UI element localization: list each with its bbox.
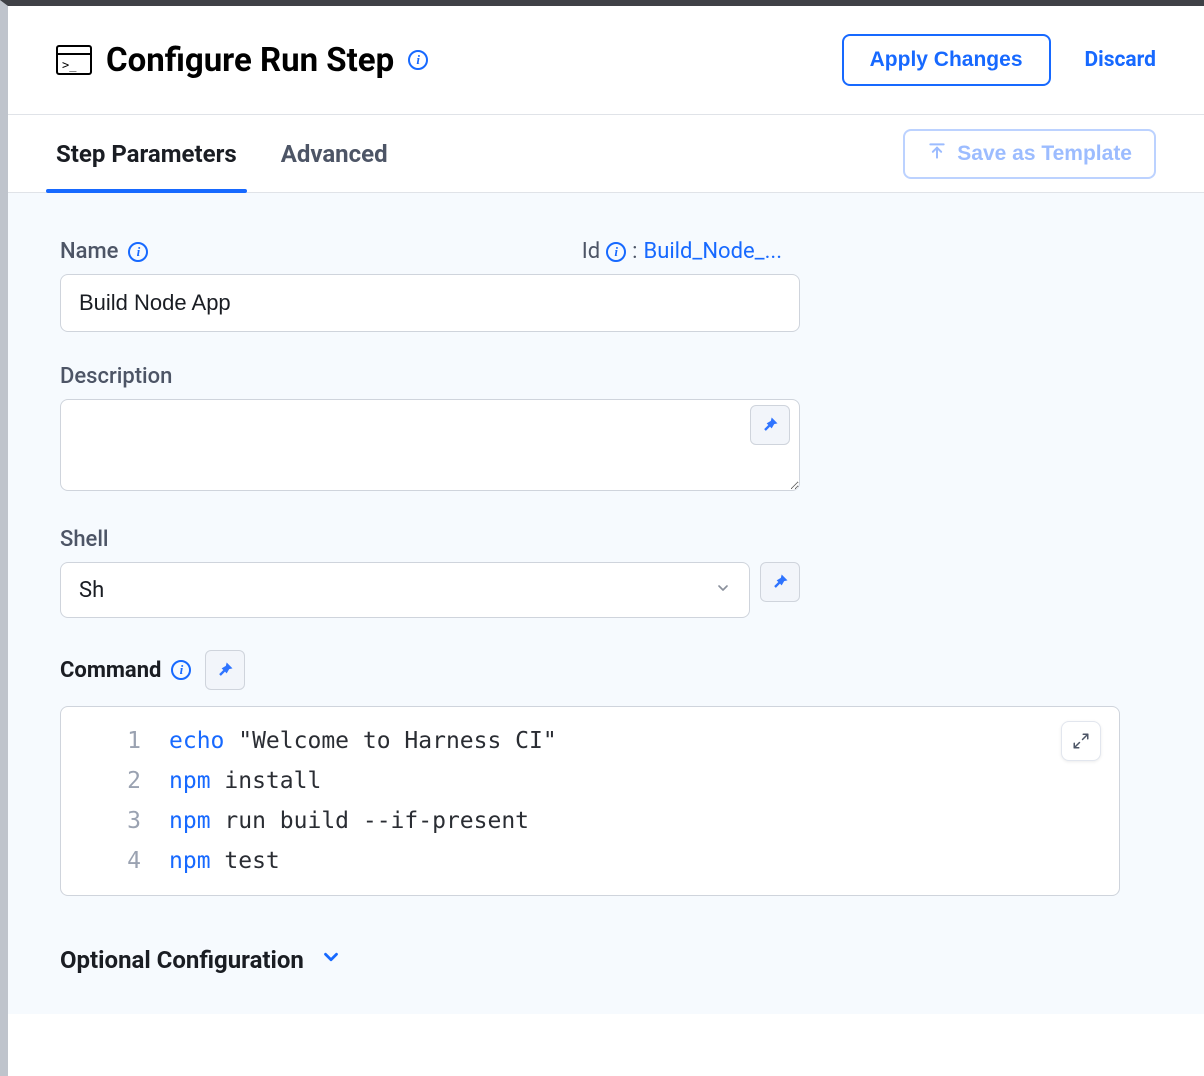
expand-button[interactable] — [1061, 721, 1101, 761]
chevron-down-icon — [715, 580, 731, 601]
page-title: Configure Run Step — [106, 41, 394, 80]
code-keyword: npm — [169, 848, 211, 874]
shell-label: Shell — [60, 527, 1152, 552]
field-shell: Shell Sh — [60, 527, 1152, 618]
code-text: install — [211, 768, 322, 794]
code-keyword: npm — [169, 768, 211, 794]
tabs-row: Step Parameters Advanced Save as Templat… — [8, 115, 1204, 193]
line-number: 2 — [79, 761, 169, 801]
info-icon[interactable]: i — [606, 242, 626, 262]
name-input[interactable] — [60, 274, 800, 332]
id-label-text: Id — [582, 239, 600, 264]
tab-step-parameters[interactable]: Step Parameters — [56, 115, 237, 192]
field-command: Command i 1echo "Welcome to Harness CI" … — [60, 650, 1152, 896]
form-area: Name i Id i : Build_Node_... Description… — [8, 193, 1204, 1014]
discard-link[interactable]: Discard — [1085, 48, 1157, 72]
line-number: 1 — [79, 721, 169, 761]
header-actions: Apply Changes Discard — [842, 34, 1156, 86]
page-header: >_ Configure Run Step i Apply Changes Di… — [8, 6, 1204, 115]
field-name: Name i Id i : Build_Node_... — [60, 239, 1152, 332]
upload-icon — [927, 141, 947, 167]
optional-config-label: Optional Configuration — [60, 946, 304, 974]
name-label-text: Name — [60, 239, 118, 264]
line-number: 3 — [79, 801, 169, 841]
description-input[interactable] — [60, 399, 800, 491]
tab-advanced[interactable]: Advanced — [281, 115, 388, 192]
info-icon[interactable]: i — [408, 50, 428, 70]
info-icon[interactable]: i — [171, 660, 191, 680]
optional-configuration-toggle[interactable]: Optional Configuration — [60, 946, 1152, 974]
code-text: "Welcome to Harness CI" — [224, 728, 556, 754]
info-icon[interactable]: i — [128, 242, 148, 262]
id-colon: : — [632, 239, 637, 264]
command-editor[interactable]: 1echo "Welcome to Harness CI" 2npm insta… — [60, 706, 1120, 896]
save-template-label: Save as Template — [957, 142, 1132, 166]
line-number: 4 — [79, 841, 169, 881]
command-label: Command i — [60, 658, 191, 683]
code-text: run build --if-present — [211, 808, 530, 834]
tabs: Step Parameters Advanced — [56, 115, 903, 192]
code-keyword: npm — [169, 808, 211, 834]
pin-button[interactable] — [760, 562, 800, 602]
pin-button[interactable] — [205, 650, 245, 690]
id-group: Id i : Build_Node_... — [582, 239, 782, 264]
run-step-icon: >_ — [56, 45, 92, 75]
code-keyword: echo — [169, 728, 224, 754]
id-value-link[interactable]: Build_Node_... — [643, 239, 782, 264]
apply-changes-button[interactable]: Apply Changes — [842, 34, 1051, 86]
chevron-down-icon — [320, 946, 342, 974]
field-description: Description — [60, 364, 1152, 495]
command-label-text: Command — [60, 658, 161, 683]
shell-value: Sh — [79, 578, 104, 603]
description-label: Description — [60, 364, 1152, 389]
save-as-template-button[interactable]: Save as Template — [903, 129, 1156, 179]
name-label: Name i — [60, 239, 148, 264]
code-text: test — [211, 848, 280, 874]
title-group: >_ Configure Run Step i — [56, 41, 842, 80]
pin-button[interactable] — [750, 405, 790, 445]
shell-select[interactable]: Sh — [60, 562, 750, 618]
